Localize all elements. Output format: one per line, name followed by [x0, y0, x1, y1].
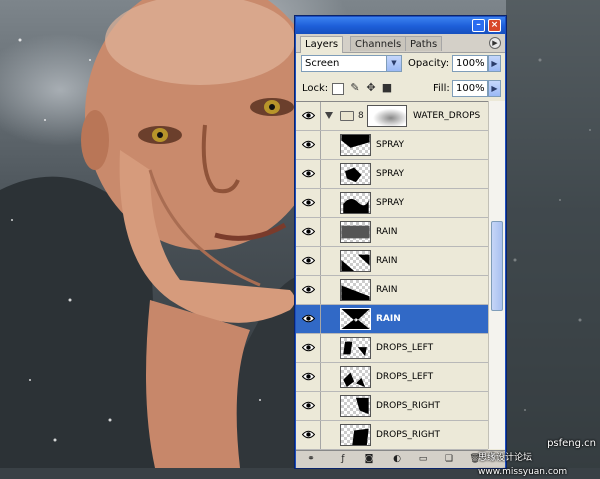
layer-row[interactable]: SPRAY	[296, 189, 488, 218]
add-mask-icon[interactable]: ◙	[362, 453, 376, 466]
layer-thumbnail[interactable]	[340, 395, 371, 417]
eye-icon[interactable]	[296, 276, 321, 304]
close-icon[interactable]: ×	[488, 19, 501, 32]
chevron-down-icon[interactable]: ▼	[386, 56, 401, 71]
layer-name: DROPS_RIGHT	[376, 430, 441, 440]
opacity-arrow-icon[interactable]: ▶	[488, 55, 501, 72]
layer-row[interactable]: DROPS_LEFT	[296, 334, 488, 363]
layer-row[interactable]: DROPS_RIGHT	[296, 421, 488, 450]
eye-icon[interactable]	[296, 160, 321, 188]
layer-thumbnail[interactable]	[340, 250, 371, 272]
watermark-line1: 思缘设计论坛 www.missyuan.com	[478, 453, 568, 477]
layer-thumbnail[interactable]	[340, 424, 371, 446]
layer-thumbnail[interactable]	[340, 308, 371, 330]
eye-icon[interactable]	[296, 102, 321, 130]
layer-group-row[interactable]: 8 WATER_DROPS	[296, 102, 488, 131]
layer-thumbnail[interactable]	[340, 279, 371, 301]
panel-toolbar: ⚭ ƒ ◙ ◐ ▭ ❏ 🗑	[296, 450, 505, 468]
opacity-label: Opacity:	[408, 58, 450, 69]
layer-name: WATER_DROPS	[413, 111, 481, 121]
layer-name: SPRAY	[376, 140, 404, 150]
eye-icon[interactable]	[296, 218, 321, 246]
layer-name: RAIN	[376, 227, 398, 237]
layer-list: 8 WATER_DROPS SPRAY SPRAY SPRAY RAIN RAIN RAIN R…	[296, 101, 488, 450]
opacity-input[interactable]: 100%	[452, 55, 488, 72]
fill-label: Fill:	[433, 83, 450, 94]
eye-icon[interactable]	[296, 131, 321, 159]
layer-style-icon[interactable]: ƒ	[336, 453, 350, 466]
tab-paths[interactable]: Paths	[405, 36, 443, 51]
layer-row[interactable]: RAIN	[296, 276, 488, 305]
lock-position-icon[interactable]: ✥	[364, 81, 378, 95]
blend-row: Screen ▼ Opacity: 100% ▶	[296, 53, 505, 75]
layer-name: SPRAY	[376, 198, 404, 208]
layers-panel: – × Layers Channels Paths ▶ Screen ▼ Opa…	[295, 16, 506, 468]
lock-row: Lock: ✎ ✥ ■ Fill: 100% ▶	[296, 78, 505, 100]
lock-label: Lock:	[302, 83, 329, 94]
layer-name: RAIN	[376, 256, 398, 266]
eye-icon[interactable]	[296, 334, 321, 362]
layer-thumbnail[interactable]	[340, 192, 371, 214]
eye-icon[interactable]	[296, 247, 321, 275]
layer-row[interactable]: DROPS_RIGHT	[296, 392, 488, 421]
panel-titlebar[interactable]: – ×	[296, 17, 505, 34]
layer-thumbnail[interactable]	[340, 163, 371, 185]
tab-layers[interactable]: Layers	[300, 36, 344, 53]
expand-triangle-icon[interactable]	[325, 112, 333, 119]
lock-transparency-icon[interactable]	[332, 83, 344, 95]
panel-menu-icon[interactable]: ▶	[489, 37, 501, 49]
panel-tabs: Layers Channels Paths ▶	[296, 34, 505, 53]
layer-row[interactable]: SPRAY	[296, 131, 488, 160]
layer-thumbnail[interactable]	[340, 366, 371, 388]
layer-row[interactable]: RAIN	[296, 247, 488, 276]
layer-name: SPRAY	[376, 169, 404, 179]
layer-name: DROPS_RIGHT	[376, 401, 441, 411]
layer-thumbnail[interactable]	[340, 337, 371, 359]
minimize-icon[interactable]: –	[472, 19, 485, 32]
layer-name: DROPS_LEFT	[376, 372, 434, 382]
eye-icon[interactable]	[296, 305, 321, 333]
lock-all-icon[interactable]: ■	[380, 81, 394, 95]
fill-input[interactable]: 100%	[452, 80, 488, 97]
layer-name: RAIN	[376, 314, 401, 324]
eye-icon[interactable]	[296, 363, 321, 391]
watermark: psfeng.cn 思缘设计论坛 www.missyuan.com	[478, 437, 600, 477]
lock-image-icon[interactable]: ✎	[348, 81, 362, 95]
layer-mask-thumbnail[interactable]	[367, 105, 407, 127]
scrollbar-thumb[interactable]	[491, 221, 503, 311]
chain-link-icon[interactable]: 8	[358, 110, 364, 122]
blend-mode-value: Screen	[305, 58, 340, 69]
adjustment-layer-icon[interactable]: ◐	[390, 453, 404, 466]
folder-icon	[340, 111, 354, 121]
new-group-icon[interactable]: ▭	[416, 453, 430, 466]
new-layer-icon[interactable]: ❏	[442, 453, 456, 466]
layer-thumbnail[interactable]	[340, 221, 371, 243]
tab-channels[interactable]: Channels	[350, 36, 407, 51]
layer-row[interactable]: RAIN	[296, 218, 488, 247]
layer-name: DROPS_LEFT	[376, 343, 434, 353]
fill-arrow-icon[interactable]: ▶	[488, 80, 501, 97]
layer-thumbnail[interactable]	[340, 134, 371, 156]
link-layers-icon[interactable]: ⚭	[304, 453, 318, 466]
layer-row[interactable]: SPRAY	[296, 160, 488, 189]
layer-name: RAIN	[376, 285, 398, 295]
eye-icon[interactable]	[296, 392, 321, 420]
eye-icon[interactable]	[296, 189, 321, 217]
layer-row[interactable]: DROPS_LEFT	[296, 363, 488, 392]
watermark-line2: psfeng.cn	[547, 438, 596, 449]
layer-row[interactable]: RAIN	[296, 305, 488, 334]
blend-mode-select[interactable]: Screen ▼	[301, 55, 402, 72]
eye-icon[interactable]	[296, 421, 321, 449]
layer-list-scrollbar[interactable]	[488, 101, 505, 449]
